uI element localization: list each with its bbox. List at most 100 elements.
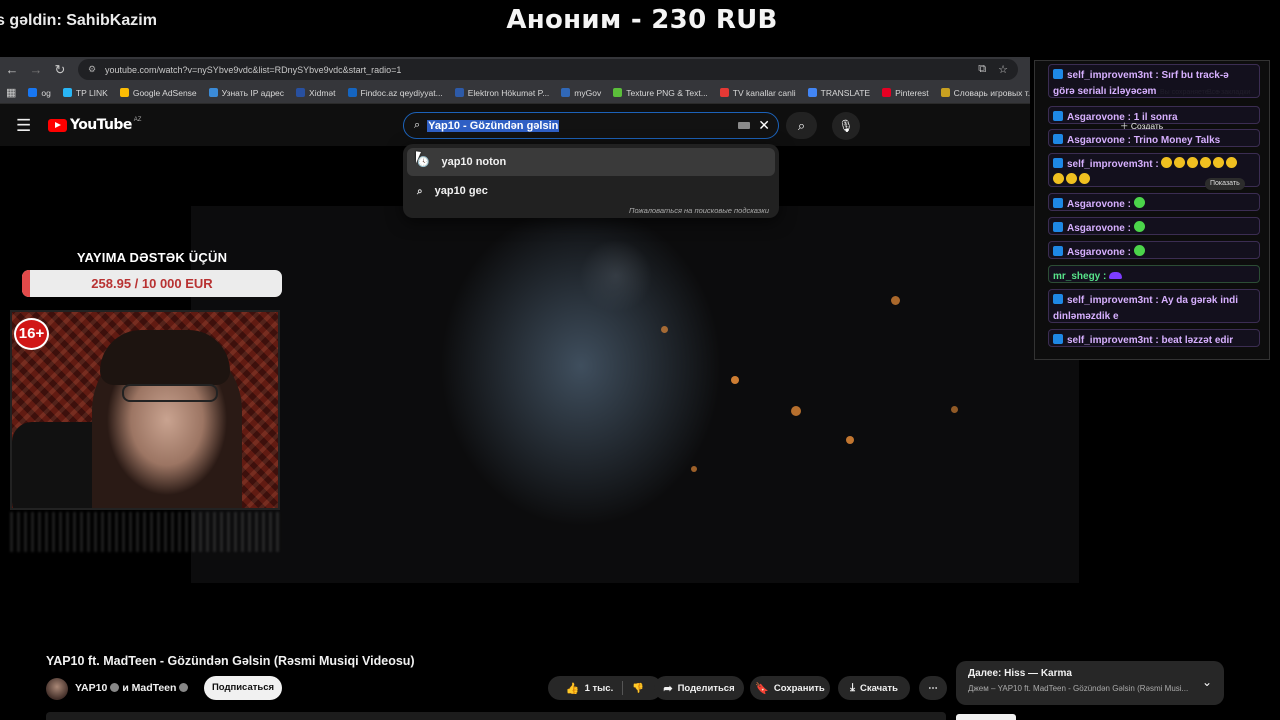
laughing-emoji-icon — [1161, 157, 1173, 168]
browser-toolbar: ← → ↻ ⚙ youtube.com/watch?v=nySYbve9vdc&… — [0, 57, 1030, 82]
laughing-emoji-icon — [1053, 173, 1064, 184]
search-icon: ⌕ — [417, 185, 423, 197]
verified-icon — [110, 683, 120, 692]
laughing-emoji-icon — [1174, 157, 1186, 168]
menu-icon[interactable]: ☰ — [16, 116, 31, 136]
save-icon: 🔖 — [755, 682, 769, 695]
streamer-hair — [100, 330, 230, 385]
purple-emote-icon — [1109, 272, 1123, 279]
search-icon: ⌕ — [414, 119, 421, 131]
voice-search-icon[interactable]: 🎙 — [832, 112, 860, 140]
bookmark-label: Словарь игровых т... — [953, 87, 1030, 98]
twitch-icon — [1053, 158, 1063, 168]
reload-icon[interactable]: ↻ — [48, 62, 72, 78]
bookmark-item[interactable]: Findoc.az qeydiyyat... — [347, 88, 443, 98]
save-button[interactable]: 🔖 Сохранить — [750, 676, 830, 700]
share-label: Поделиться — [677, 682, 735, 694]
verified-icon — [179, 683, 189, 692]
bookmark-item[interactable]: Xidmət — [296, 87, 336, 98]
back-icon[interactable]: ← — [0, 62, 24, 77]
bookmark-item[interactable]: Словарь игровых т... — [940, 87, 1030, 98]
more-actions-button[interactable]: ⋯ — [919, 676, 947, 700]
dislike-icon[interactable]: 👎 — [632, 683, 644, 694]
laughing-emoji-icon — [1226, 157, 1238, 168]
bookmark-star-icon[interactable]: ☆ — [998, 63, 1008, 76]
description-box[interactable] — [46, 712, 946, 720]
bookmark-item[interactable]: TRANSLATE — [807, 88, 870, 98]
tv-icon — [719, 88, 729, 97]
address-bar[interactable]: ⚙ youtube.com/watch?v=nySYbve9vdc&list=R… — [78, 59, 1018, 80]
bookmark-label: myGov — [574, 87, 602, 98]
youtube-logo[interactable]: YouTube AZ — [48, 117, 141, 133]
support-title: YAYIMA DƏSTƏK ÜÇÜN — [76, 250, 228, 265]
bookmark-label: Xidmət — [309, 87, 336, 98]
up-next-panel[interactable]: Далее: Hiss — Karma Джем – YAP10 ft. Mad… — [956, 661, 1224, 705]
bookmark-item[interactable]: TP LINK — [62, 88, 108, 98]
youtube-play-icon — [48, 118, 67, 132]
clear-search-icon[interactable]: ✕ — [758, 117, 770, 134]
findoc-icon — [347, 88, 357, 97]
webcam-feed — [10, 310, 280, 510]
site-info-icon[interactable]: ⚙ — [88, 64, 98, 75]
chat-user: self_improvem3nt — [1067, 335, 1153, 346]
laughing-emoji-icon — [1079, 173, 1090, 184]
channel-coauthor[interactable]: и MadTeen — [122, 682, 176, 694]
video-frame — [191, 206, 1079, 583]
url-text[interactable]: youtube.com/watch?v=nySYbve9vdc&list=RDn… — [105, 65, 966, 75]
like-icon[interactable]: 👍 — [566, 682, 580, 695]
support-progress-text: 258.95 / 10 000 EUR — [91, 276, 213, 291]
bookmark-label: og — [41, 87, 51, 98]
region-code: AZ — [133, 117, 142, 123]
show-more-button[interactable]: Показать — [1205, 178, 1245, 190]
download-label: Скачать — [859, 682, 898, 694]
report-suggestions-link[interactable]: Пожаловаться на поисковые подсказки — [629, 206, 769, 215]
age-rating-badge: 16+ — [14, 318, 49, 350]
apps-grid-icon[interactable]: ▦ — [6, 86, 16, 99]
keyboard-icon[interactable] — [738, 122, 751, 129]
chat-message: self_improvem3nt : Sırf bu track-ə görə … — [1048, 64, 1260, 98]
laughing-emoji-icon — [1066, 173, 1077, 184]
channel-name[interactable]: YAP10 и MadTeen — [75, 682, 191, 694]
tplink-icon — [62, 88, 72, 97]
egov-icon — [454, 88, 464, 97]
bookmark-item[interactable]: myGov — [561, 88, 601, 98]
search-query[interactable]: Yap10 - Gözündən gəlsin — [427, 119, 560, 132]
bookmark-item[interactable]: Pinterest — [882, 88, 929, 98]
overlay-noise — [10, 512, 280, 552]
bookmark-item[interactable]: TV kanallar canli — [719, 88, 796, 98]
texture-icon — [613, 88, 623, 97]
bookmark-item[interactable]: Узнать IP адрес — [208, 88, 284, 98]
share-icon: ➦ — [663, 682, 673, 695]
chat-text: Trino Money Talks — [1133, 135, 1221, 146]
chat-user: Asgarovone — [1067, 112, 1125, 123]
subscribe-button[interactable]: Подписаться — [204, 676, 282, 700]
twitch-icon — [1053, 246, 1063, 256]
channel-label[interactable]: YAP10 — [75, 682, 107, 694]
chat-user: mr_shegy — [1053, 271, 1101, 282]
chat-message: Asgarovone : Trino Money Talks — [1048, 129, 1260, 147]
chat-user: Asgarovone — [1067, 223, 1125, 234]
up-next-title: Далее: Hiss — Karma — [968, 668, 1072, 679]
bookmark-item[interactable]: og — [28, 87, 51, 98]
avatar[interactable] — [46, 678, 68, 700]
chip-all[interactable] — [956, 714, 1016, 720]
chat-user: self_improvem3nt — [1067, 70, 1153, 81]
bookmark-item[interactable]: Texture PNG & Text... — [613, 88, 708, 98]
like-count[interactable]: 1 тыс. — [585, 683, 614, 694]
suggestion-item[interactable]: ⌕ yap10 gec — [407, 177, 775, 205]
bookmarks-bar: ▦ og TP LINK Google AdSense Узнать IP адрес… — [0, 82, 1030, 104]
chat-message: Asgarovone : — [1048, 217, 1260, 235]
chevron-down-icon[interactable]: ⌄ — [1202, 675, 1212, 689]
stream-top-banner: s gəldin: SahibKazim Аноним - 230 RUB — [0, 0, 1280, 56]
forward-icon[interactable]: → — [24, 62, 48, 77]
bookmark-item[interactable]: Elektron Hökumət P... — [454, 87, 550, 98]
download-button[interactable]: ⤓ Скачать — [838, 676, 910, 700]
search-input[interactable]: ⌕ Yap10 - Gözündən gəlsin ✕ — [403, 112, 779, 139]
donation-alert: Аноним - 230 RUB — [506, 5, 778, 35]
share-button[interactable]: ➦ Поделиться — [654, 676, 744, 700]
install-app-icon[interactable]: ⧉ — [978, 63, 986, 76]
bookmark-label: Elektron Hökumət P... — [467, 87, 550, 98]
suggestion-item[interactable]: 🕓 yap10 noton — [407, 148, 775, 176]
bookmark-item[interactable]: Google AdSense — [119, 88, 197, 98]
search-button[interactable]: ⌕ — [786, 112, 817, 139]
